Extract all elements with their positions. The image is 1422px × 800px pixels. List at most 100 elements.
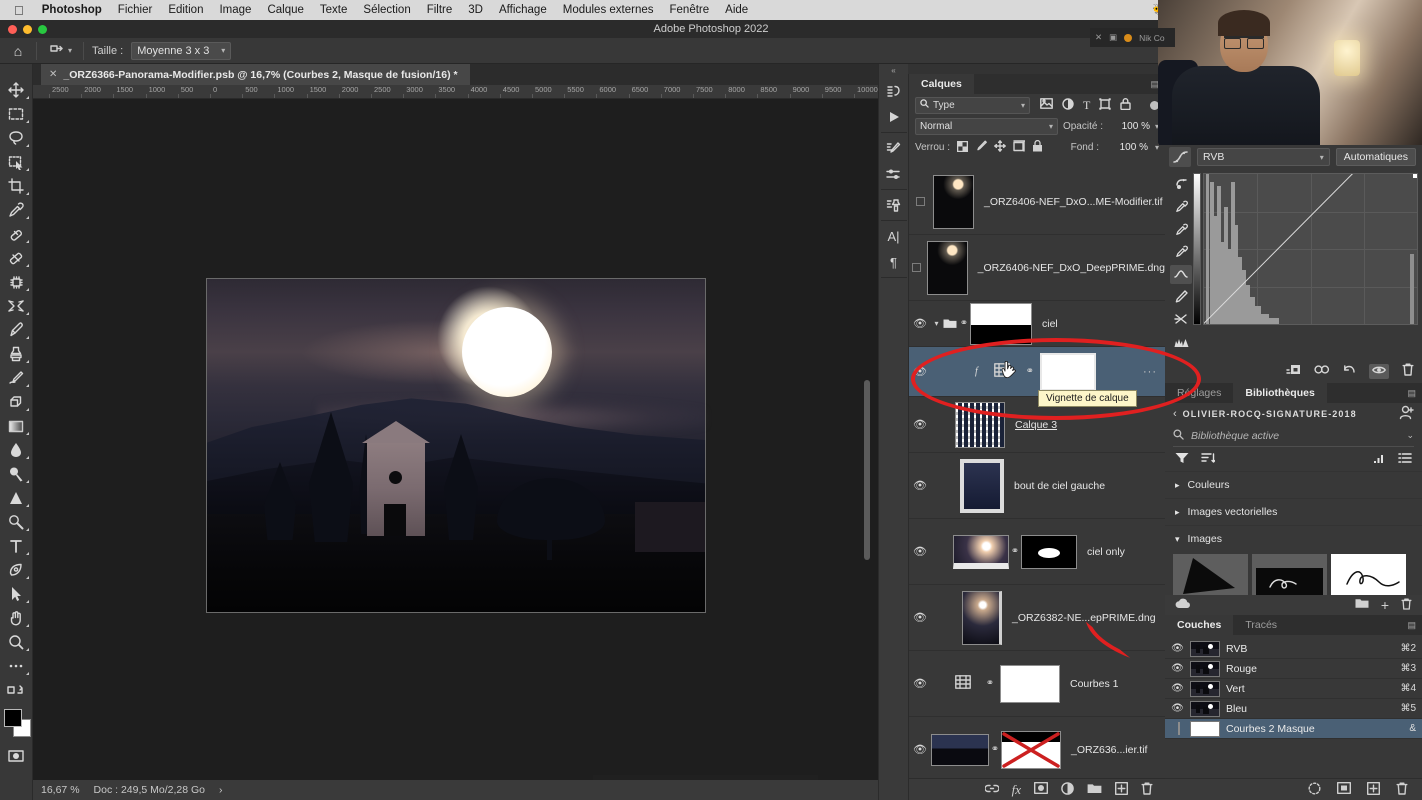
chevron-down-icon[interactable]: ▾ — [931, 319, 942, 328]
restore-icon[interactable]: ▣ — [1109, 32, 1117, 43]
layer-visibility-toggle[interactable]: 👁 — [909, 479, 931, 492]
curves-icon[interactable] — [955, 675, 971, 692]
layer-visibility-toggle[interactable]: 👁 — [909, 743, 931, 756]
delete-icon[interactable] — [1402, 363, 1414, 379]
delete-layer-icon[interactable] — [1141, 782, 1153, 798]
object-select-icon[interactable] — [1, 150, 31, 174]
library-section-images[interactable]: ▾ Images — [1165, 525, 1422, 552]
fill-input[interactable]: 100 % — [1106, 142, 1148, 153]
panel-menu-icon[interactable]: ▤ — [1407, 620, 1416, 631]
layer-name[interactable]: ciel only — [1087, 546, 1125, 558]
menu-item-aide[interactable]: Aide — [717, 4, 756, 16]
plugin-status-badge[interactable]: ✕ ▣ Nik Co — [1090, 28, 1175, 47]
layer-name[interactable]: _ORZ636...ier.tif — [1071, 744, 1147, 756]
close-icon[interactable]: ✕ — [1095, 32, 1102, 43]
library-section-images-vectorielles[interactable]: ▸ Images vectorielles — [1165, 498, 1422, 525]
magnifier-handle-icon[interactable] — [1, 510, 31, 534]
layer-visibility-toggle[interactable]: 👁 — [909, 365, 931, 378]
save-selection-icon[interactable] — [1336, 781, 1352, 797]
new-channel-icon[interactable] — [1366, 781, 1381, 798]
layer-name[interactable]: ciel — [1042, 318, 1058, 330]
hand-adjust-icon[interactable] — [1170, 175, 1192, 194]
shape-filter-icon[interactable] — [1099, 97, 1112, 113]
healing-icon[interactable] — [1, 222, 31, 246]
path-leaf-icon[interactable] — [1, 558, 31, 582]
menu-item-filtre[interactable]: Filtre — [419, 4, 461, 16]
menu-item-3d[interactable]: 3D — [460, 4, 491, 16]
eyedropper-icon[interactable] — [1, 198, 31, 222]
sort-icon[interactable] — [1201, 452, 1216, 467]
layer-overflow-icon[interactable]: ··· — [1143, 366, 1157, 378]
layer-mask-thumbnail[interactable] — [970, 302, 1032, 345]
tab-traces[interactable]: Tracés — [1233, 615, 1289, 635]
curves-graph[interactable] — [1203, 173, 1418, 325]
blend-mode-select[interactable]: Normal ▾ — [915, 118, 1058, 135]
history-icon[interactable] — [882, 79, 906, 103]
view-list-icon[interactable] — [1398, 452, 1412, 467]
fx-icon[interactable]: fx — [1012, 782, 1021, 798]
document-tab[interactable]: ✕ _ORZ6366-Panorama-Modifier.psb @ 16,7%… — [41, 64, 470, 85]
new-group-icon[interactable] — [1087, 783, 1102, 797]
layer-thumbnail[interactable] — [953, 534, 1009, 569]
minimize-window-button[interactable] — [23, 25, 32, 34]
eraser-icon[interactable] — [1, 390, 31, 414]
home-icon[interactable]: ⌂ — [8, 41, 28, 61]
zoom-level[interactable]: 16,67 % — [41, 784, 80, 796]
table-row[interactable]: 👁 ⚭ ciel only — [909, 519, 1165, 585]
adjustment-filter-icon[interactable] — [1062, 97, 1074, 113]
menu-item-texte[interactable]: Texte — [312, 4, 356, 16]
list-item[interactable] — [1173, 554, 1248, 598]
tab-reglages[interactable]: Réglages — [1165, 383, 1233, 403]
table-row[interactable]: 👁 ▾ ⚭ ciel — [909, 301, 1165, 347]
layer-mask-thumbnail[interactable] — [1039, 352, 1096, 391]
layer-name[interactable]: _ORZ6406-NEF_DxO_DeepPRIME.dng — [978, 262, 1165, 274]
curve-point-white[interactable] — [1413, 174, 1417, 178]
color-swatches[interactable] — [1, 708, 31, 740]
table-row[interactable]: 👁 RVB ⌘2 — [1165, 639, 1422, 659]
brush-settings-icon[interactable] — [882, 136, 906, 160]
layer-visibility-toggle[interactable]: 👁 — [909, 317, 931, 330]
menu-item-calque[interactable]: Calque — [259, 4, 311, 16]
layer-visibility-toggle[interactable] — [909, 197, 931, 206]
layer-mask-thumbnail[interactable] — [1000, 664, 1060, 703]
opacity-input[interactable]: 100 % — [1108, 121, 1150, 132]
window-controls[interactable] — [8, 25, 47, 34]
auto-button[interactable]: Automatiques — [1335, 148, 1416, 166]
table-row[interactable]: Courbes 2 Masque & — [1165, 719, 1422, 739]
new-layer-icon[interactable] — [1114, 781, 1129, 798]
magic-wand-icon[interactable]: ▾ — [45, 44, 75, 58]
cloud-sync-icon[interactable] — [1175, 598, 1192, 612]
chevron-down-icon[interactable]: ▾ — [68, 46, 72, 55]
chevron-down-icon[interactable]: ⌄ — [1406, 430, 1414, 441]
layer-visibility-toggle[interactable]: 👁 — [909, 545, 931, 558]
move-tool[interactable] — [1, 78, 31, 102]
clone-source-icon[interactable] — [882, 193, 906, 217]
layer-list[interactable]: _ORZ6406-NEF_DxO...ME-Modifier.tif _ORZ6… — [909, 169, 1165, 778]
smart-filter-icon[interactable] — [1120, 97, 1132, 113]
quick-mask-icon[interactable] — [1, 744, 31, 768]
layer-visibility-toggle[interactable]: 👁 — [909, 677, 931, 690]
layer-visibility-toggle[interactable]: 👁 — [909, 611, 931, 624]
ai-text-icon[interactable]: A| — [882, 224, 906, 248]
layer-name[interactable]: Courbes 1 — [1070, 678, 1118, 690]
patch-icon[interactable] — [1, 246, 31, 270]
lock-artboard-icon[interactable] — [1013, 140, 1026, 155]
layer-thumbnail[interactable] — [960, 458, 1004, 513]
smooth-curve-icon[interactable] — [1170, 310, 1192, 329]
lock-transparency-icon[interactable] — [956, 140, 969, 155]
channel-visibility-toggle[interactable]: 👁 — [1171, 663, 1184, 674]
menu-item-modules-externes[interactable]: Modules externes — [555, 4, 662, 16]
toggle-visibility-icon[interactable] — [1369, 363, 1389, 379]
menu-item-image[interactable]: Image — [211, 4, 259, 16]
menu-app-name[interactable]: Photoshop — [34, 4, 110, 16]
content-aware-icon[interactable] — [1, 270, 31, 294]
layer-thumbnail[interactable] — [962, 590, 1002, 645]
menu-item-fichier[interactable]: Fichier — [110, 4, 161, 16]
curve-point-icon[interactable] — [1170, 265, 1192, 284]
table-row[interactable]: 👁 Vert ⌘4 — [1165, 679, 1422, 699]
layer-thumbnail[interactable] — [955, 401, 1005, 448]
new-folder-icon[interactable] — [1355, 598, 1369, 612]
delete-item-icon[interactable] — [1401, 598, 1412, 613]
document-image[interactable] — [206, 278, 707, 613]
sliders-icon[interactable] — [882, 162, 906, 186]
